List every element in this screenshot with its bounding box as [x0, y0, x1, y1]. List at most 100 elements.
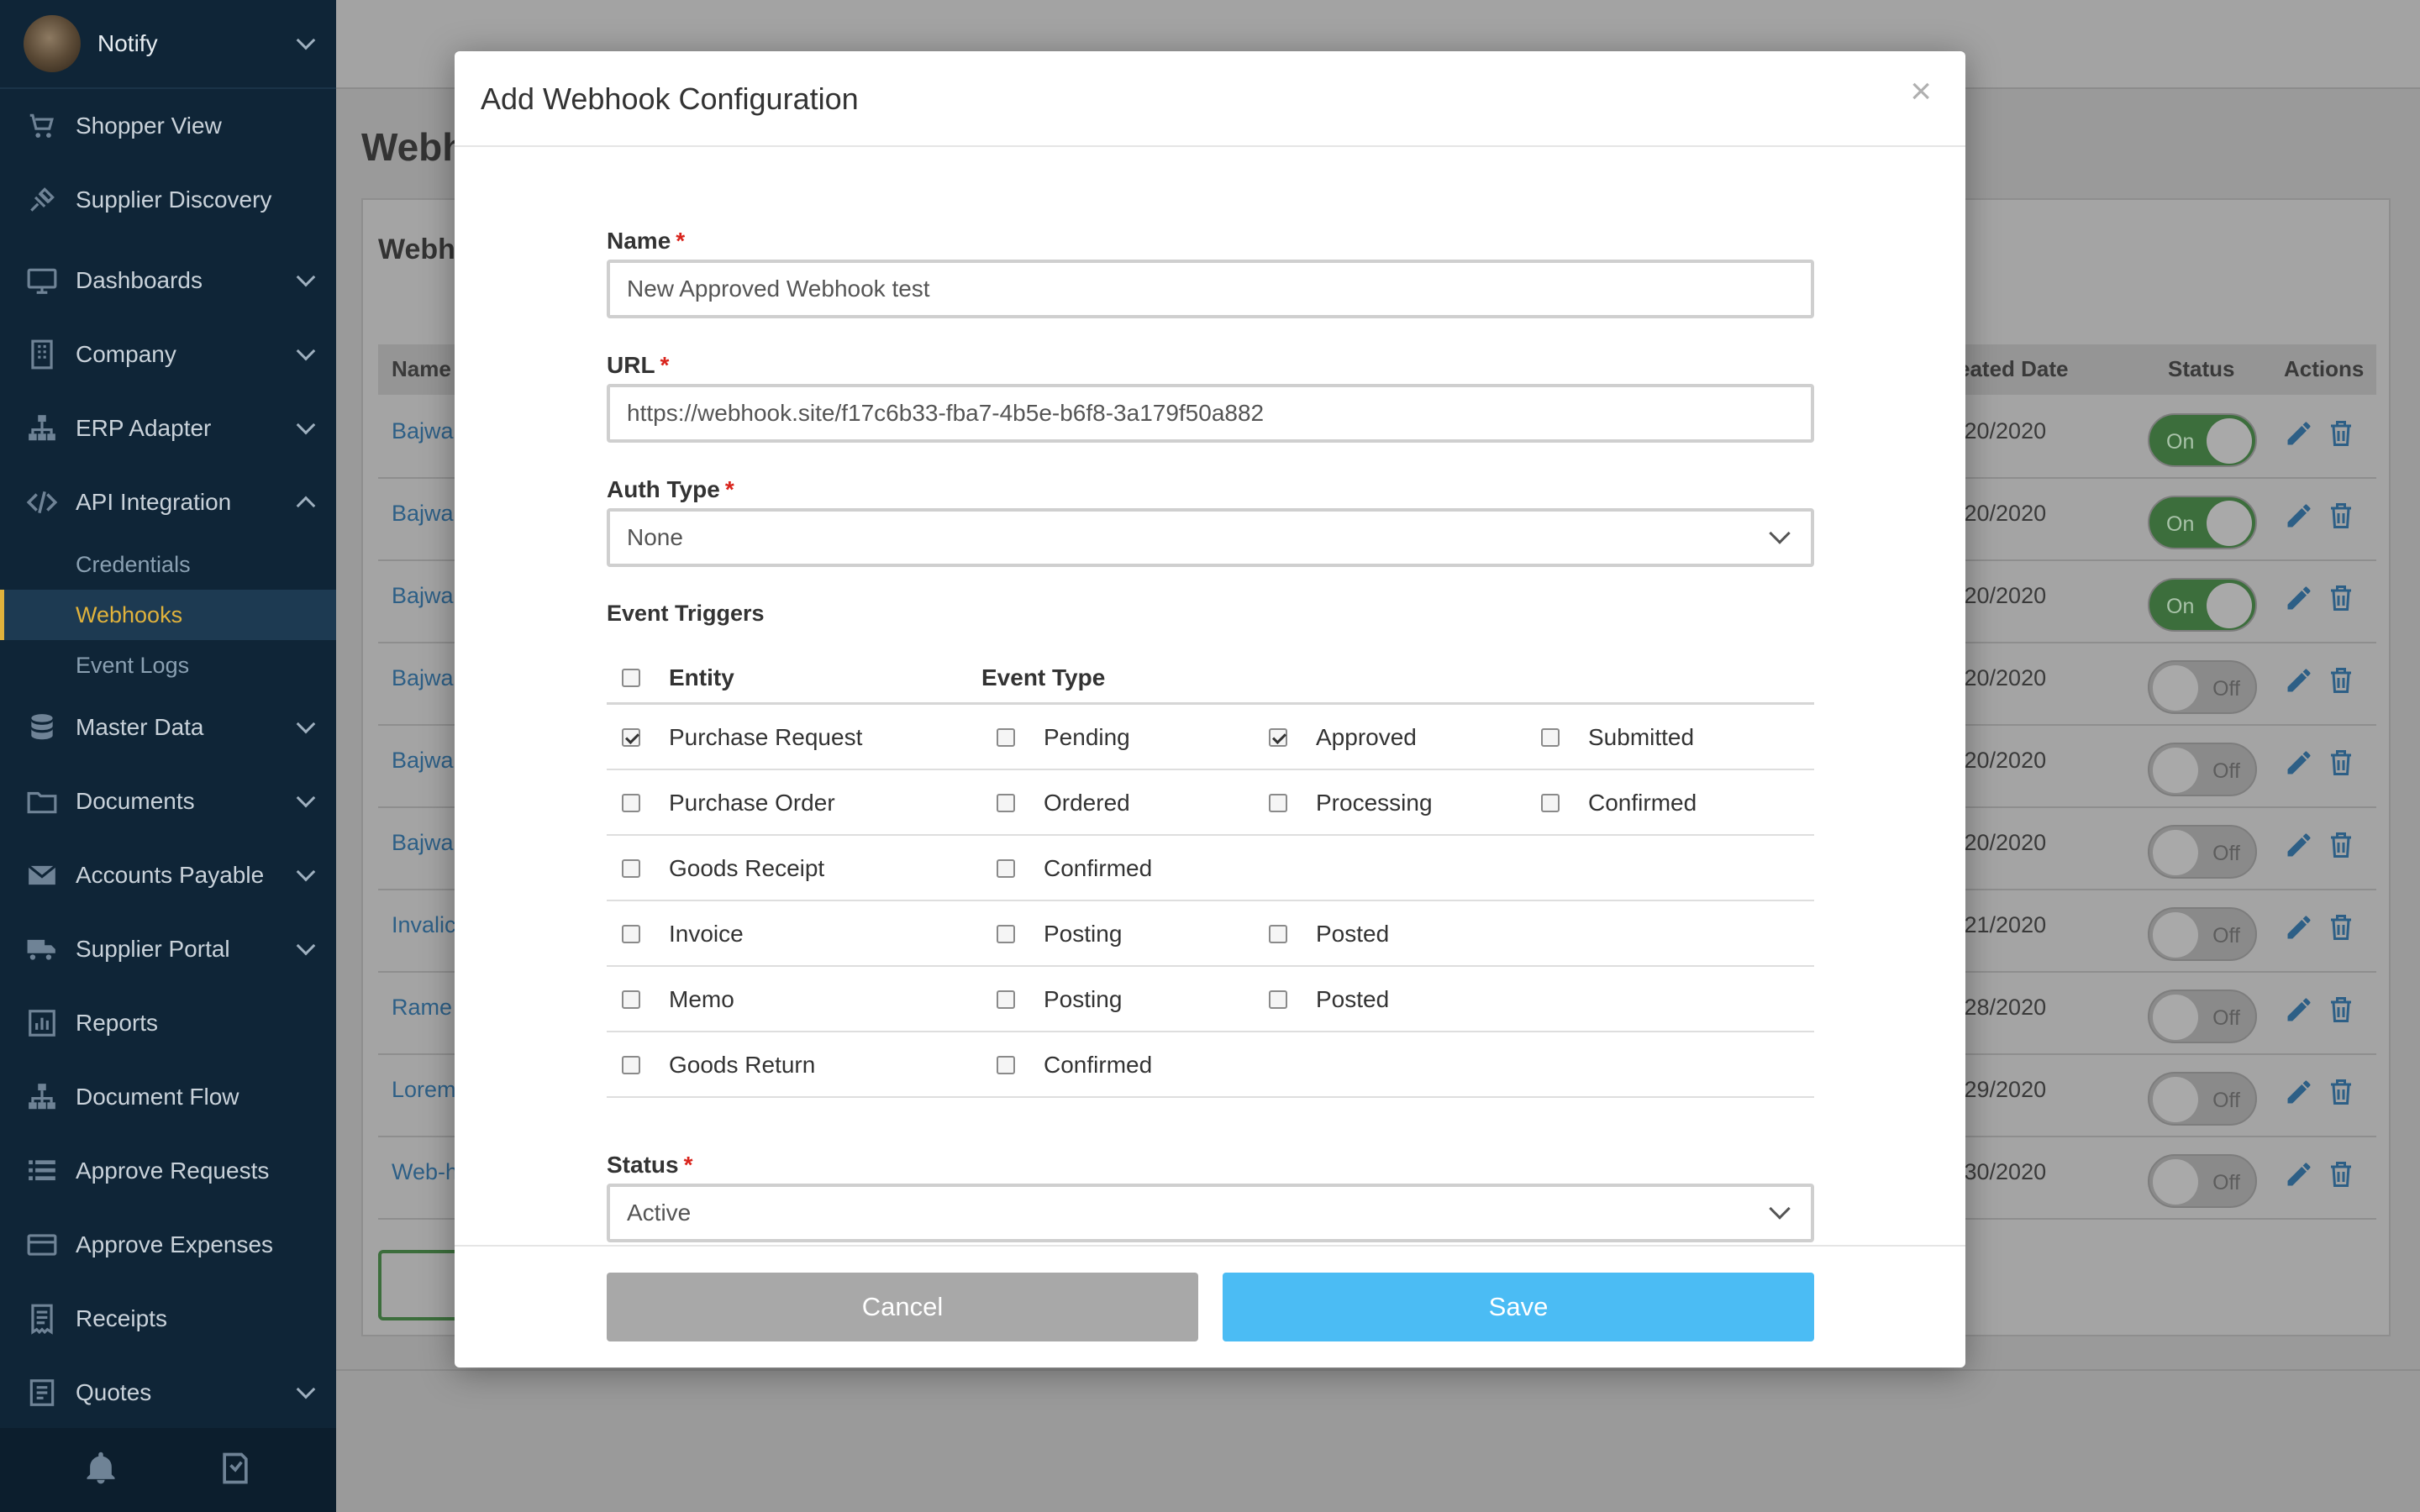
entity-option[interactable]: Purchase Request: [607, 705, 862, 770]
trash-icon[interactable]: [2326, 995, 2356, 1025]
event-type-checkbox[interactable]: [1541, 794, 1560, 812]
status-toggle[interactable]: On: [2148, 578, 2257, 632]
row-name-link[interactable]: Bajwa: [392, 418, 454, 444]
event-type-option[interactable]: Posted: [1254, 967, 1389, 1032]
sidebar-subitem-event-logs[interactable]: Event Logs: [0, 640, 336, 690]
event-type-checkbox[interactable]: [997, 1056, 1015, 1074]
status-toggle[interactable]: Off: [2148, 1072, 2257, 1126]
entity-option[interactable]: Memo: [607, 967, 734, 1032]
status-toggle[interactable]: On: [2148, 496, 2257, 549]
entity-option[interactable]: Goods Return: [607, 1032, 815, 1098]
status-toggle[interactable]: Off: [2148, 907, 2257, 961]
sidebar-item-api-integration[interactable]: API Integration: [0, 465, 336, 539]
sidebar-subitem-webhooks[interactable]: Webhooks: [0, 590, 336, 640]
event-type-option[interactable]: Confirmed: [981, 1032, 1152, 1098]
trash-icon[interactable]: [2326, 501, 2356, 531]
event-type-option[interactable]: Confirmed: [1526, 770, 1697, 836]
event-type-option[interactable]: Pending: [981, 705, 1130, 770]
entity-checkbox[interactable]: [622, 1056, 640, 1074]
entity-checkbox[interactable]: [622, 728, 640, 747]
status-toggle[interactable]: Off: [2148, 990, 2257, 1043]
edit-icon[interactable]: [2284, 665, 2314, 696]
sidebar-item-erp-adapter[interactable]: ERP Adapter: [0, 391, 336, 465]
event-type-checkbox[interactable]: [997, 728, 1015, 747]
edit-icon[interactable]: [2284, 1159, 2314, 1189]
trash-icon[interactable]: [2326, 583, 2356, 613]
event-type-option[interactable]: Submitted: [1526, 705, 1694, 770]
row-name-link[interactable]: Web-h: [392, 1159, 458, 1185]
event-type-checkbox[interactable]: [1269, 728, 1287, 747]
row-name-link[interactable]: Bajwa: [392, 748, 454, 774]
event-type-checkbox[interactable]: [1541, 728, 1560, 747]
trash-icon[interactable]: [2326, 1159, 2356, 1189]
row-name-link[interactable]: Bajwa: [392, 665, 454, 691]
sidebar-item-document-flow[interactable]: Document Flow: [0, 1060, 336, 1134]
row-name-link[interactable]: Lorem: [392, 1077, 456, 1103]
column-header-name[interactable]: Name: [392, 356, 451, 382]
row-name-link[interactable]: Bajwa: [392, 830, 454, 856]
event-type-checkbox[interactable]: [1269, 794, 1287, 812]
event-type-option[interactable]: Confirmed: [981, 836, 1152, 901]
trash-icon[interactable]: [2326, 1077, 2356, 1107]
select-all-checkbox[interactable]: [622, 669, 640, 687]
event-type-checkbox[interactable]: [1269, 990, 1287, 1009]
status-toggle[interactable]: On: [2148, 413, 2257, 467]
edit-icon[interactable]: [2284, 748, 2314, 778]
sidebar-item-receipts[interactable]: Receipts: [0, 1282, 336, 1356]
entity-option[interactable]: Invoice: [607, 901, 744, 967]
book-icon[interactable]: [217, 1450, 254, 1491]
status-toggle[interactable]: Off: [2148, 743, 2257, 796]
edit-icon[interactable]: [2284, 912, 2314, 942]
entity-checkbox[interactable]: [622, 794, 640, 812]
status-select[interactable]: Active: [607, 1184, 1814, 1242]
edit-icon[interactable]: [2284, 583, 2314, 613]
trash-icon[interactable]: [2326, 748, 2356, 778]
event-type-checkbox[interactable]: [997, 794, 1015, 812]
sidebar-item-dashboards[interactable]: Dashboards: [0, 244, 336, 318]
sidebar-item-company[interactable]: Company: [0, 318, 336, 391]
sidebar-item-accounts-payable[interactable]: Accounts Payable: [0, 838, 336, 912]
event-type-checkbox[interactable]: [997, 859, 1015, 878]
event-type-checkbox[interactable]: [1269, 925, 1287, 943]
sidebar-item-approve-requests[interactable]: Approve Requests: [0, 1134, 336, 1208]
trash-icon[interactable]: [2326, 912, 2356, 942]
edit-icon[interactable]: [2284, 418, 2314, 449]
column-header-created-date[interactable]: eated Date: [1958, 356, 2069, 382]
status-toggle[interactable]: Off: [2148, 660, 2257, 714]
entity-checkbox[interactable]: [622, 925, 640, 943]
bell-icon[interactable]: [82, 1450, 119, 1491]
event-type-option[interactable]: Posting: [981, 967, 1122, 1032]
edit-icon[interactable]: [2284, 830, 2314, 860]
sidebar-item-documents[interactable]: Documents: [0, 764, 336, 838]
event-type-option[interactable]: Posted: [1254, 901, 1389, 967]
trash-icon[interactable]: [2326, 418, 2356, 449]
row-name-link[interactable]: Invalic: [392, 912, 456, 938]
url-input[interactable]: https://webhook.site/f17c6b33-fba7-4b5e-…: [607, 384, 1814, 443]
row-name-link[interactable]: Bajwa: [392, 583, 454, 609]
sidebar-item-supplier-discovery[interactable]: Supplier Discovery: [0, 163, 336, 237]
entity-checkbox[interactable]: [622, 859, 640, 878]
sidebar-item-supplier-portal[interactable]: Supplier Portal: [0, 912, 336, 986]
edit-icon[interactable]: [2284, 1077, 2314, 1107]
event-type-option[interactable]: Posting: [981, 901, 1122, 967]
sidebar-subitem-credentials[interactable]: Credentials: [0, 539, 336, 590]
edit-icon[interactable]: [2284, 995, 2314, 1025]
status-toggle[interactable]: Off: [2148, 825, 2257, 879]
save-button[interactable]: Save: [1223, 1273, 1814, 1341]
entity-option[interactable]: Goods Receipt: [607, 836, 824, 901]
trash-icon[interactable]: [2326, 665, 2356, 696]
row-name-link[interactable]: Rame: [392, 995, 452, 1021]
event-type-option[interactable]: Approved: [1254, 705, 1417, 770]
entity-option[interactable]: Purchase Order: [607, 770, 835, 836]
event-type-checkbox[interactable]: [997, 990, 1015, 1009]
sidebar-brand[interactable]: Notify: [0, 0, 336, 89]
event-type-option[interactable]: Processing: [1254, 770, 1433, 836]
sidebar-item-reports[interactable]: Reports: [0, 986, 336, 1060]
auth-type-select[interactable]: None: [607, 508, 1814, 567]
status-toggle[interactable]: Off: [2148, 1154, 2257, 1208]
sidebar-item-master-data[interactable]: Master Data: [0, 690, 336, 764]
row-name-link[interactable]: Bajwa: [392, 501, 454, 527]
edit-icon[interactable]: [2284, 501, 2314, 531]
entity-checkbox[interactable]: [622, 990, 640, 1009]
sidebar-item-shopper-view[interactable]: Shopper View: [0, 89, 336, 163]
